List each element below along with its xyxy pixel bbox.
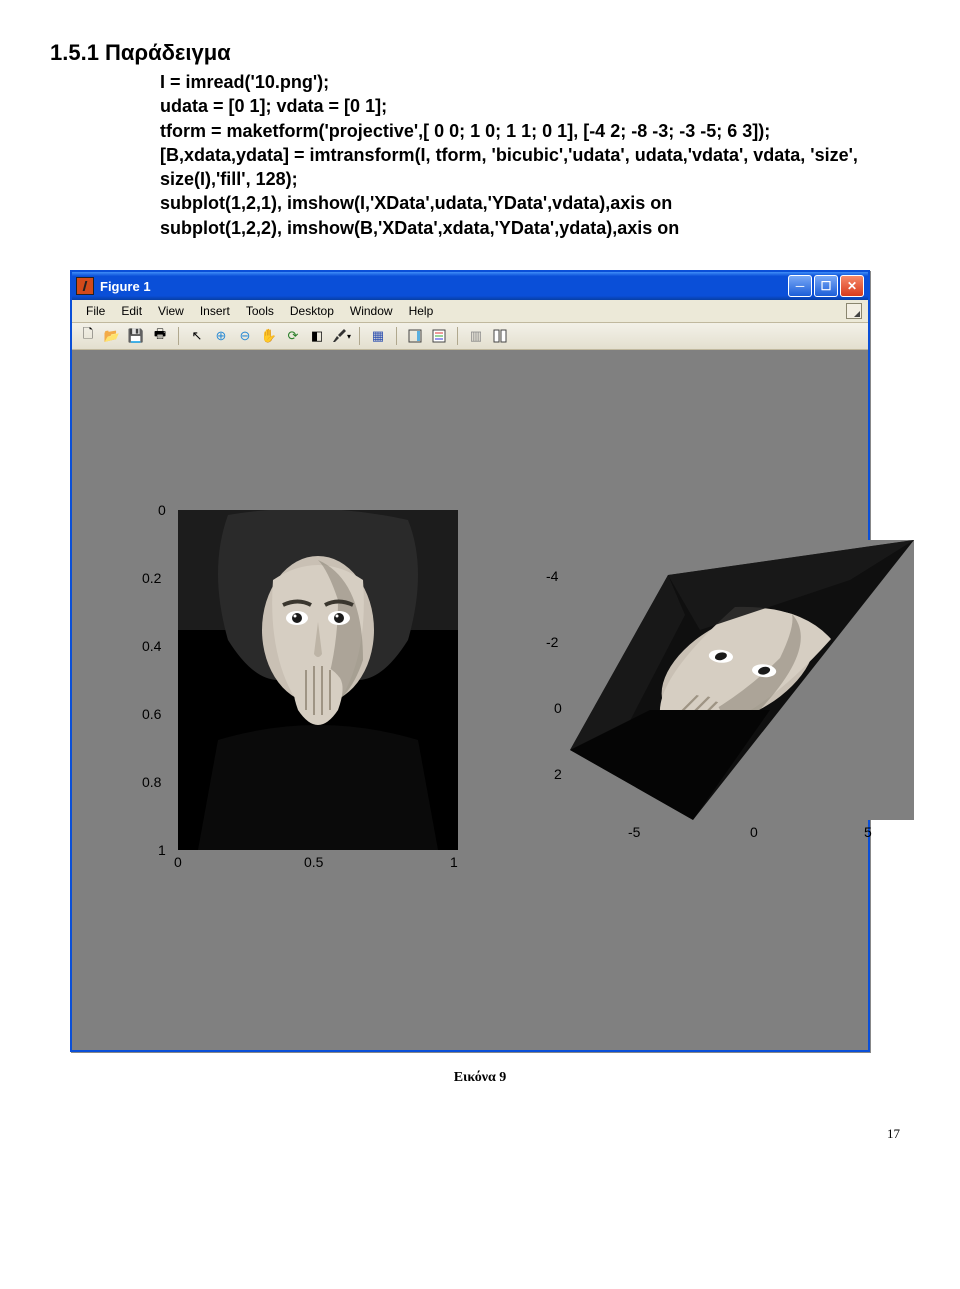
ytick: 0 [158,502,166,518]
code-block: I = imread('10.png'); udata = [0 1]; vda… [160,70,910,240]
brush-icon[interactable]: ▾ [331,326,351,346]
pointer-icon[interactable]: ↖ [187,326,207,346]
menu-bar: File Edit View Insert Tools Desktop Wind… [72,300,868,323]
image-original [178,510,458,850]
rotate-icon[interactable]: ⟳ [283,326,303,346]
insert-colorbar-icon[interactable] [405,326,425,346]
page-number: 17 [50,1126,900,1142]
ytick: 2 [554,766,562,782]
code-line: subplot(1,2,1), imshow(I,'XData',udata,'… [160,191,910,215]
code-line: subplot(1,2,2), imshow(B,'XData',xdata,'… [160,216,910,240]
code-line: [B,xdata,ydata] = imtransform(I, tform, … [160,143,910,192]
code-line: udata = [0 1]; vdata = [0 1]; [160,94,910,118]
show-plot-tools-icon[interactable] [490,326,510,346]
code-line: tform = maketform('projective',[ 0 0; 1 … [160,119,910,143]
link-icon[interactable]: ▦ [368,326,388,346]
toolbar: 🗋 📂 💾 🖶 ↖ ⊕ ⊖ ✋ ⟳ ◧ ▾ ▦ ▥ [72,323,868,350]
zoom-out-icon[interactable]: ⊖ [235,326,255,346]
zoom-in-icon[interactable]: ⊕ [211,326,231,346]
new-file-icon[interactable]: 🗋 [78,326,98,346]
ytick: -4 [546,568,558,584]
menu-desktop[interactable]: Desktop [282,302,342,320]
minimize-button[interactable]: ─ [788,275,812,297]
ytick: 0.2 [142,570,161,586]
section-heading: 1.5.1 Παράδειγμα [50,40,910,66]
menu-view[interactable]: View [150,302,192,320]
xtick: 1 [450,854,458,870]
image-transformed [570,540,914,820]
ytick: 1 [158,842,166,858]
menu-tools[interactable]: Tools [238,302,282,320]
subplot-2: -4 -2 0 2 -5 0 5 [514,530,914,870]
figure-window: Figure 1 ─ ☐ ✕ File Edit View Insert Too… [70,270,870,1052]
xtick: 0 [174,854,182,870]
separator [457,327,458,345]
pan-icon[interactable]: ✋ [259,326,279,346]
open-icon[interactable]: 📂 [102,326,122,346]
print-icon[interactable]: 🖶 [150,326,170,346]
ytick: 0 [554,700,562,716]
ytick: 0.6 [142,706,161,722]
close-button[interactable]: ✕ [840,275,864,297]
data-cursor-icon[interactable]: ◧ [307,326,327,346]
figure-canvas: 0 0.2 0.4 0.6 0.8 1 0 0.5 1 -4 -2 0 2 -5 [72,350,868,1050]
insert-legend-icon[interactable] [429,326,449,346]
separator [178,327,179,345]
app-icon [76,277,94,295]
window-title: Figure 1 [100,279,788,294]
dock-icon[interactable] [846,303,862,319]
xtick: 0.5 [304,854,323,870]
ytick: 0.8 [142,774,161,790]
menu-edit[interactable]: Edit [113,302,150,320]
window-titlebar: Figure 1 ─ ☐ ✕ [72,272,868,300]
menu-window[interactable]: Window [342,302,401,320]
separator [396,327,397,345]
separator [359,327,360,345]
xtick: -5 [628,824,640,840]
ytick: -2 [546,634,558,650]
figure-caption: Εικόνα 9 [50,1070,910,1086]
ytick: 0.4 [142,638,161,654]
menu-insert[interactable]: Insert [192,302,238,320]
subplot-1: 0 0.2 0.4 0.6 0.8 1 0 0.5 1 [118,510,458,910]
xtick: 5 [864,824,872,840]
xtick: 0 [750,824,758,840]
menu-help[interactable]: Help [401,302,442,320]
code-line: I = imread('10.png'); [160,70,910,94]
hide-plot-tools-icon[interactable]: ▥ [466,326,486,346]
save-icon[interactable]: 💾 [126,326,146,346]
maximize-button[interactable]: ☐ [814,275,838,297]
menu-file[interactable]: File [78,302,113,320]
